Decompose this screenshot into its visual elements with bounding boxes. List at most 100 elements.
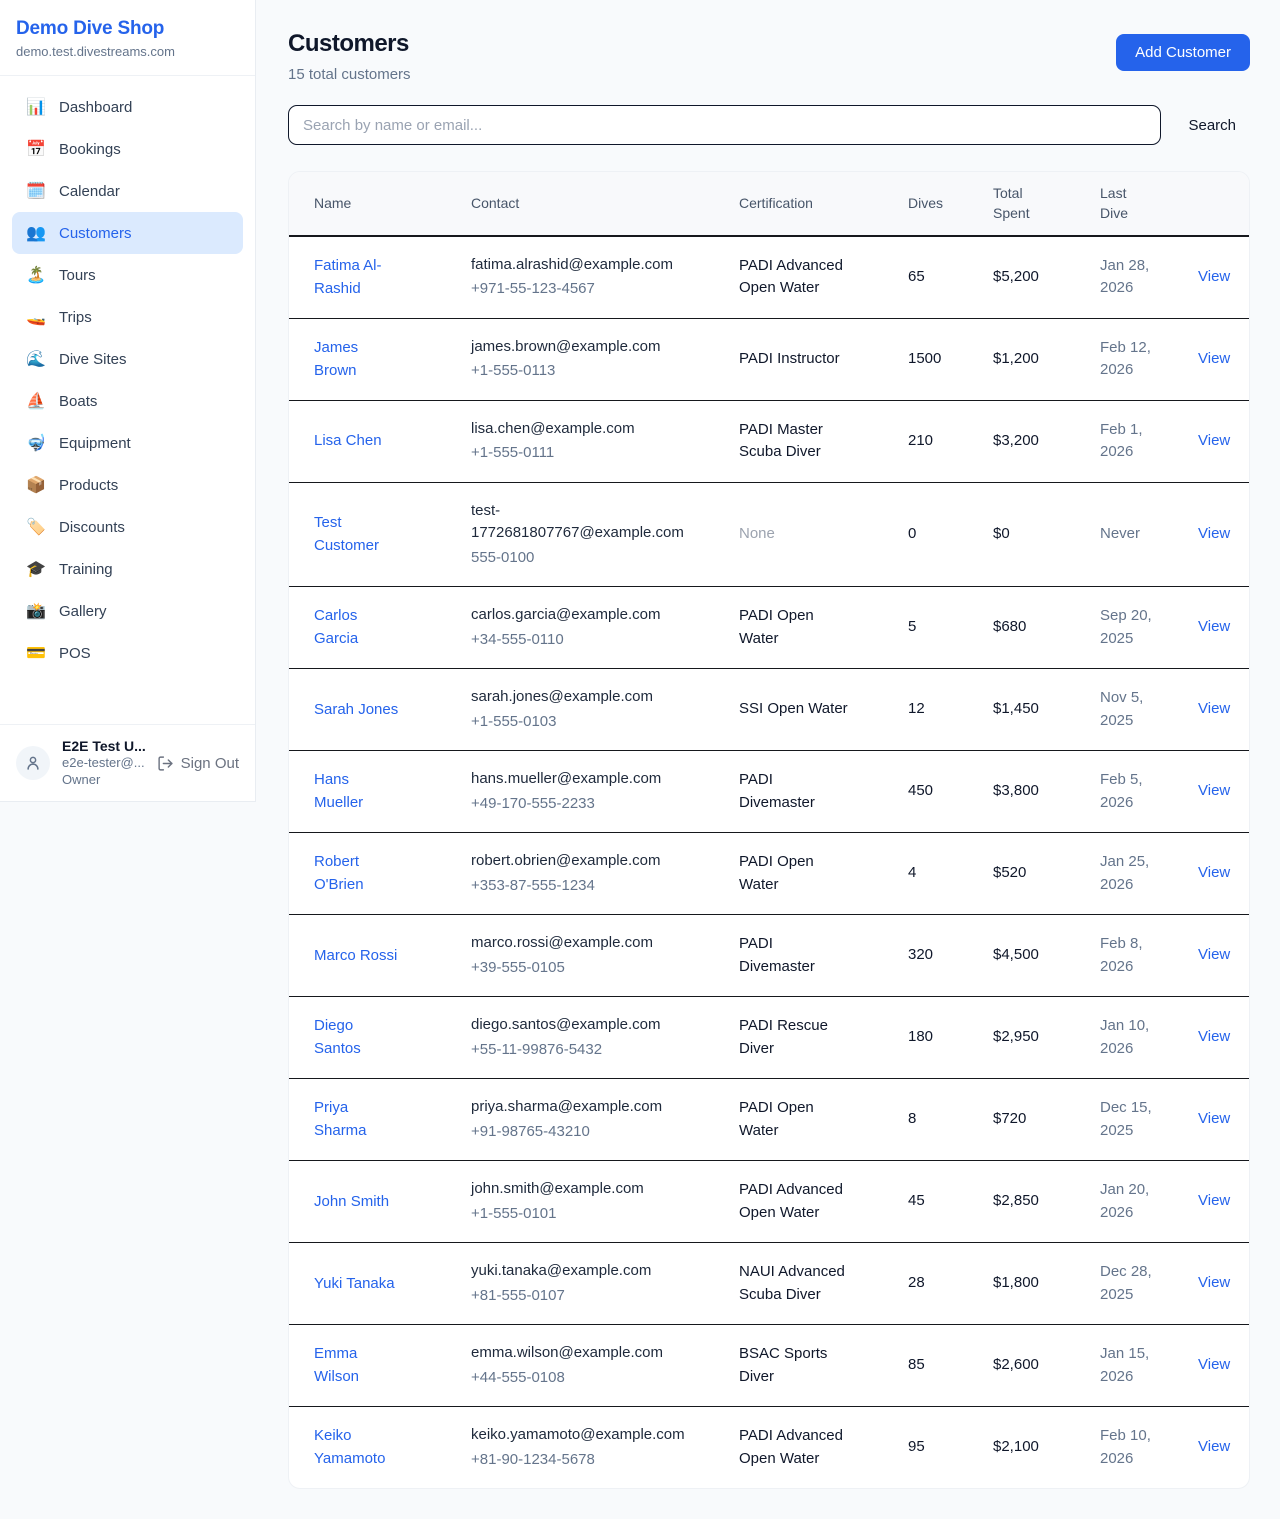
view-link[interactable]: View bbox=[1198, 618, 1230, 635]
customer-count: 15 total customers bbox=[288, 66, 411, 83]
customer-total-spent: $520 bbox=[993, 864, 1026, 881]
col-header-contact: Contact bbox=[459, 172, 727, 236]
customer-certification: PADI Advanced Open Water bbox=[739, 1425, 851, 1470]
search-input[interactable] bbox=[288, 105, 1161, 145]
person-icon bbox=[24, 754, 42, 772]
customer-email: sarah.jones@example.com bbox=[471, 686, 683, 709]
view-link[interactable]: View bbox=[1198, 1274, 1230, 1291]
customer-name-link[interactable]: James Brown bbox=[314, 336, 402, 383]
customer-total-spent: $3,800 bbox=[993, 782, 1039, 799]
sidebar-item-dive-sites[interactable]: 🌊 Dive Sites bbox=[12, 338, 243, 380]
view-link[interactable]: View bbox=[1198, 1028, 1230, 1045]
customer-name-link[interactable]: Fatima Al-Rashid bbox=[314, 254, 402, 301]
customer-email: marco.rossi@example.com bbox=[471, 932, 683, 955]
customer-name-link[interactable]: Marco Rossi bbox=[314, 944, 397, 967]
customer-name-link[interactable]: Test Customer bbox=[314, 511, 402, 558]
sidebar-item-tours[interactable]: 🏝️ Tours bbox=[12, 254, 243, 296]
table-row: John Smith john.smith@example.com +1-555… bbox=[289, 1161, 1249, 1243]
customer-last-dive: Nov 5, 2025 bbox=[1100, 687, 1174, 732]
sidebar-item-training[interactable]: 🎓 Training bbox=[12, 548, 243, 590]
shop-name: Demo Dive Shop bbox=[16, 18, 239, 40]
equipment-icon: 🤿 bbox=[26, 433, 46, 453]
view-link[interactable]: View bbox=[1198, 1192, 1230, 1209]
customer-certification: PADI Open Water bbox=[739, 605, 851, 650]
customer-name-link[interactable]: Diego Santos bbox=[314, 1014, 402, 1061]
customer-total-spent: $2,850 bbox=[993, 1192, 1039, 1209]
sidebar-item-pos[interactable]: 💳 POS bbox=[12, 632, 243, 674]
customer-name-link[interactable]: Yuki Tanaka bbox=[314, 1272, 395, 1295]
customer-name-link[interactable]: Priya Sharma bbox=[314, 1096, 402, 1143]
sidebar-item-calendar[interactable]: 🗓️ Calendar bbox=[12, 170, 243, 212]
user-name: E2E Test U... bbox=[62, 737, 146, 755]
customer-dives: 0 bbox=[908, 525, 916, 542]
boats-icon: ⛵ bbox=[26, 391, 46, 411]
view-link[interactable]: View bbox=[1198, 268, 1230, 285]
customer-email: emma.wilson@example.com bbox=[471, 1342, 683, 1365]
add-customer-button[interactable]: Add Customer bbox=[1116, 34, 1250, 71]
tours-icon: 🏝️ bbox=[26, 265, 46, 285]
customer-dives: 28 bbox=[908, 1274, 925, 1291]
customer-phone: +1-555-0113 bbox=[471, 360, 715, 383]
view-link[interactable]: View bbox=[1198, 946, 1230, 963]
customer-email: fatima.alrashid@example.com bbox=[471, 254, 683, 277]
sidebar-item-dashboard[interactable]: 📊 Dashboard bbox=[12, 86, 243, 128]
view-link[interactable]: View bbox=[1198, 1110, 1230, 1127]
customer-phone: +353-87-555-1234 bbox=[471, 875, 715, 898]
sidebar-item-trips[interactable]: 🚤 Trips bbox=[12, 296, 243, 338]
sign-out-button[interactable]: Sign Out bbox=[157, 755, 239, 772]
sidebar: Demo Dive Shop demo.test.divestreams.com… bbox=[0, 0, 256, 802]
customer-dives: 85 bbox=[908, 1356, 925, 1373]
table-header: Name Contact Certification Dives Total S… bbox=[289, 172, 1249, 236]
table-row: Hans Mueller hans.mueller@example.com +4… bbox=[289, 751, 1249, 833]
shop-domain: demo.test.divestreams.com bbox=[16, 44, 239, 59]
view-link[interactable]: View bbox=[1198, 350, 1230, 367]
customer-name-link[interactable]: Robert O'Brien bbox=[314, 850, 402, 897]
view-link[interactable]: View bbox=[1198, 432, 1230, 449]
customer-total-spent: $2,950 bbox=[993, 1028, 1039, 1045]
search-button[interactable]: Search bbox=[1188, 117, 1236, 134]
sidebar-nav: 📊 Dashboard 📅 Bookings 🗓️ Calendar 👥 Cus… bbox=[0, 76, 255, 724]
sidebar-item-boats[interactable]: ⛵ Boats bbox=[12, 380, 243, 422]
customer-certification: PADI Divemaster bbox=[739, 933, 851, 978]
customer-email: keiko.yamamoto@example.com bbox=[471, 1424, 683, 1447]
table-row: James Brown james.brown@example.com +1-5… bbox=[289, 318, 1249, 400]
sidebar-item-customers[interactable]: 👥 Customers bbox=[12, 212, 243, 254]
customer-name-link[interactable]: Keiko Yamamoto bbox=[314, 1424, 402, 1471]
customer-email: lisa.chen@example.com bbox=[471, 418, 683, 441]
customer-last-dive: Feb 12, 2026 bbox=[1100, 337, 1174, 382]
customer-last-dive: Jan 28, 2026 bbox=[1100, 255, 1174, 300]
customer-phone: +971-55-123-4567 bbox=[471, 278, 715, 301]
customer-name-link[interactable]: Lisa Chen bbox=[314, 429, 382, 452]
trips-icon: 🚤 bbox=[26, 307, 46, 327]
view-link[interactable]: View bbox=[1198, 864, 1230, 881]
view-link[interactable]: View bbox=[1198, 1438, 1230, 1455]
customer-certification: PADI Instructor bbox=[739, 348, 840, 371]
customer-name-link[interactable]: Emma Wilson bbox=[314, 1342, 402, 1389]
sign-out-icon bbox=[157, 755, 174, 772]
sidebar-item-bookings[interactable]: 📅 Bookings bbox=[12, 128, 243, 170]
customer-name-link[interactable]: Hans Mueller bbox=[314, 768, 402, 815]
sidebar-item-products[interactable]: 📦 Products bbox=[12, 464, 243, 506]
sidebar-item-gallery[interactable]: 📸 Gallery bbox=[12, 590, 243, 632]
customer-dives: 320 bbox=[908, 946, 933, 963]
customer-name-link[interactable]: Carlos Garcia bbox=[314, 604, 402, 651]
customer-certification: PADI Open Water bbox=[739, 851, 851, 896]
customer-total-spent: $5,200 bbox=[993, 268, 1039, 285]
sidebar-item-equipment[interactable]: 🤿 Equipment bbox=[12, 422, 243, 464]
customer-dives: 210 bbox=[908, 432, 933, 449]
view-link[interactable]: View bbox=[1198, 782, 1230, 799]
customer-last-dive: Jan 25, 2026 bbox=[1100, 851, 1174, 896]
customer-total-spent: $3,200 bbox=[993, 432, 1039, 449]
sidebar-item-discounts[interactable]: 🏷️ Discounts bbox=[12, 506, 243, 548]
table-row: Robert O'Brien robert.obrien@example.com… bbox=[289, 833, 1249, 915]
sidebar-header: Demo Dive Shop demo.test.divestreams.com bbox=[0, 0, 255, 76]
customer-dives: 65 bbox=[908, 268, 925, 285]
view-link[interactable]: View bbox=[1198, 525, 1230, 542]
customer-name-link[interactable]: Sarah Jones bbox=[314, 698, 398, 721]
view-link[interactable]: View bbox=[1198, 700, 1230, 717]
view-link[interactable]: View bbox=[1198, 1356, 1230, 1373]
table-row: Diego Santos diego.santos@example.com +5… bbox=[289, 997, 1249, 1079]
customer-name-link[interactable]: John Smith bbox=[314, 1190, 389, 1213]
customer-certification: PADI Divemaster bbox=[739, 769, 851, 814]
discounts-icon: 🏷️ bbox=[26, 517, 46, 537]
